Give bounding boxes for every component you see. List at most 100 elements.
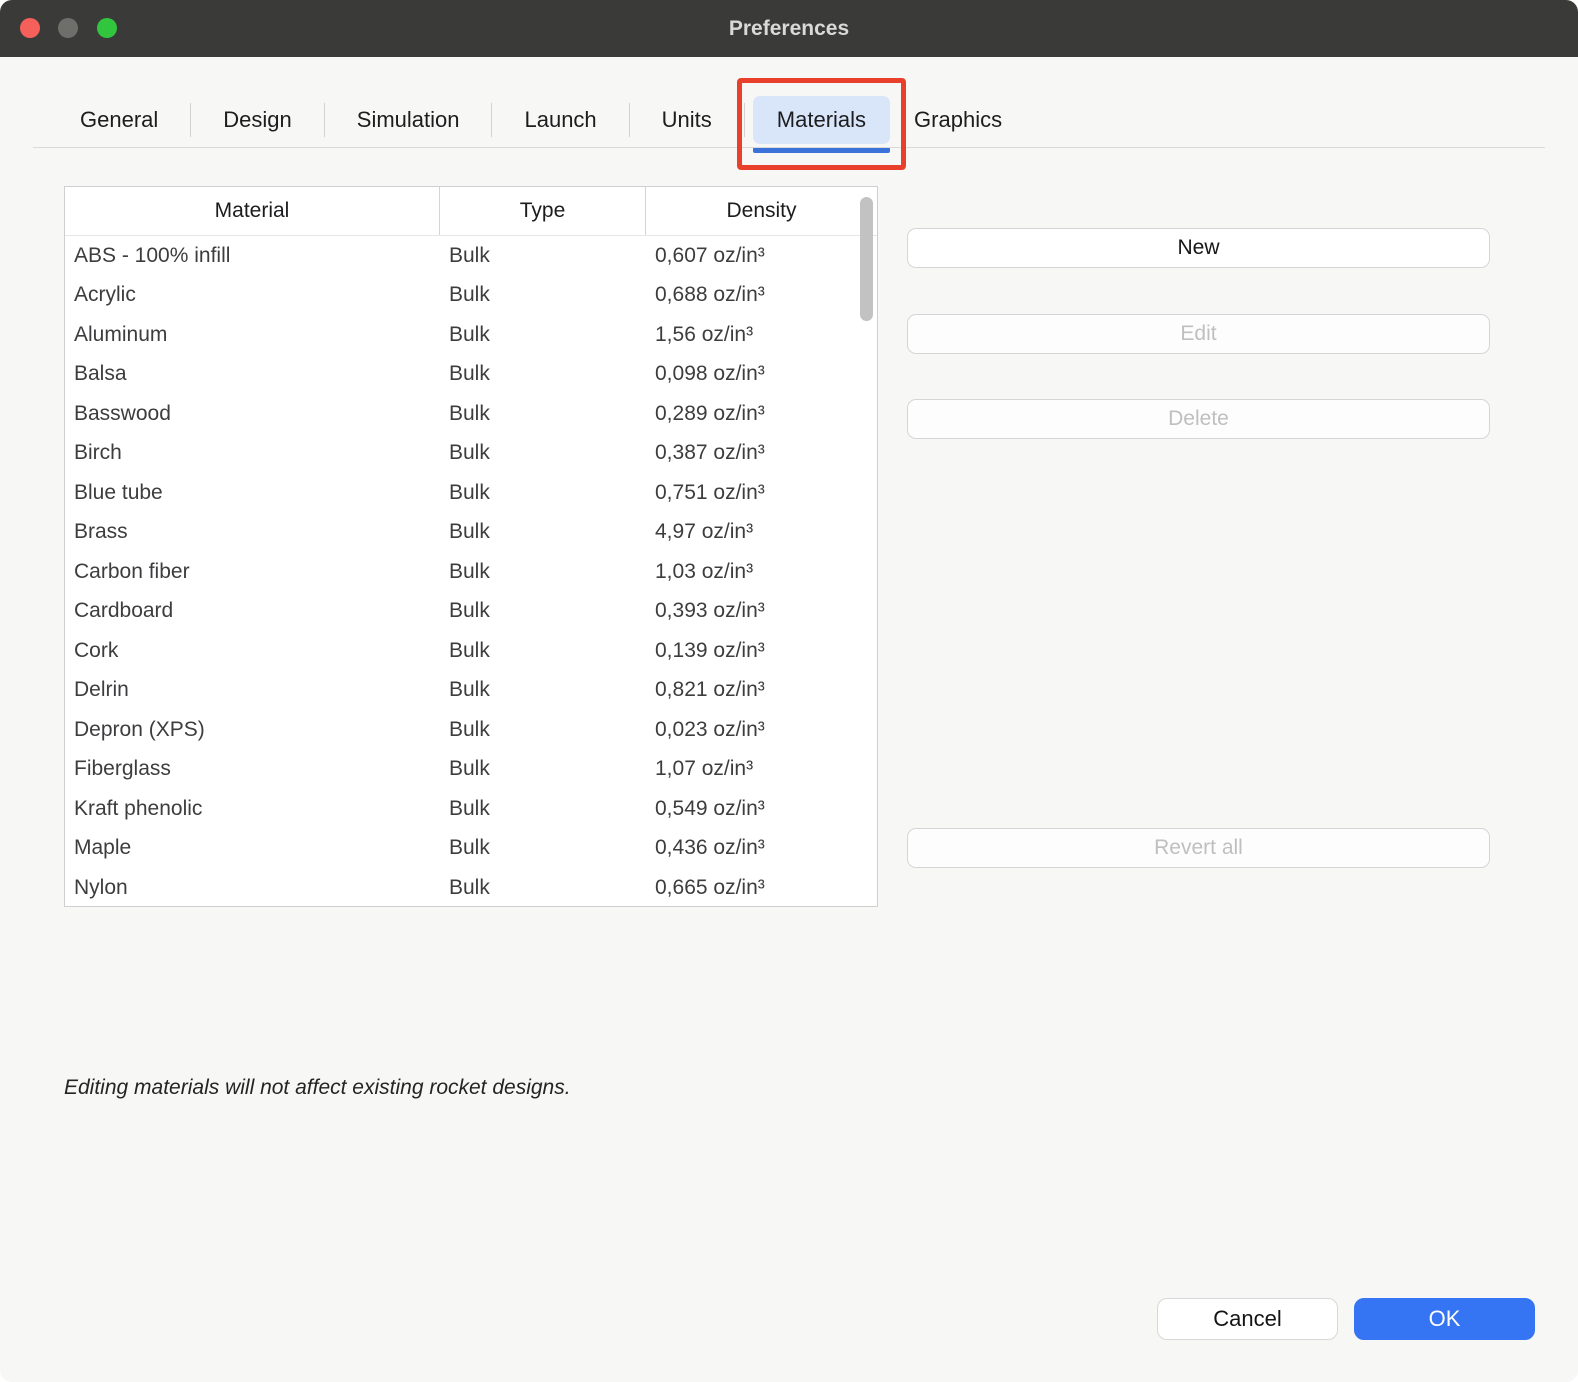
tab-divider [491,103,492,137]
table-row[interactable]: BalsaBulk0,098 oz/in³ [65,355,877,395]
title-bar: Preferences [0,0,1578,57]
tab-general[interactable]: General [56,96,182,144]
table-cell: 1,07 oz/in³ [646,757,877,781]
ok-button[interactable]: OK [1354,1298,1535,1340]
table-cell: 0,393 oz/in³ [646,599,877,623]
table-row[interactable]: CardboardBulk0,393 oz/in³ [65,592,877,632]
table-cell: Cork [65,639,440,663]
tab-materials[interactable]: Materials [753,96,890,144]
table-cell: 0,289 oz/in³ [646,402,877,426]
table-row[interactable]: MapleBulk0,436 oz/in³ [65,829,877,869]
tab-bar: General Design Simulation Launch Units M… [56,96,1026,144]
tab-launch[interactable]: Launch [500,96,620,144]
table-cell: 0,436 oz/in³ [646,836,877,860]
table-cell: Fiberglass [65,757,440,781]
table-cell: 0,098 oz/in³ [646,362,877,386]
table-cell: Bulk [440,520,646,544]
window-title: Preferences [0,0,1578,57]
table-cell: Maple [65,836,440,860]
table-cell: Bulk [440,323,646,347]
table-cell: Depron (XPS) [65,718,440,742]
table-cell: Bulk [440,757,646,781]
table-header: Material Type Density [65,187,877,236]
table-row[interactable]: AcrylicBulk0,688 oz/in³ [65,276,877,316]
column-header-type[interactable]: Type [440,187,646,235]
table-row[interactable]: Blue tubeBulk0,751 oz/in³ [65,473,877,513]
close-window-button[interactable] [20,18,40,38]
table-cell: ABS - 100% infill [65,244,440,268]
table-cell: Acrylic [65,283,440,307]
table-row[interactable]: BrassBulk4,97 oz/in³ [65,513,877,553]
table-row[interactable]: CorkBulk0,139 oz/in³ [65,631,877,671]
table-cell: 0,023 oz/in³ [646,718,877,742]
table-cell: Aluminum [65,323,440,347]
table-cell: Bulk [440,599,646,623]
table-row[interactable]: FiberglassBulk1,07 oz/in³ [65,750,877,790]
table-cell: Balsa [65,362,440,386]
table-cell: Bulk [440,560,646,584]
tab-simulation[interactable]: Simulation [333,96,484,144]
table-cell: 0,821 oz/in³ [646,678,877,702]
table-cell: Bulk [440,481,646,505]
tab-graphics[interactable]: Graphics [890,96,1026,144]
edit-button[interactable]: Edit [907,314,1490,354]
table-cell: Blue tube [65,481,440,505]
table-row[interactable]: BirchBulk0,387 oz/in³ [65,434,877,474]
preferences-window: Preferences General Design Simulation La… [0,0,1578,1382]
table-cell: Bulk [440,678,646,702]
column-header-material[interactable]: Material [65,187,440,235]
revert-all-button[interactable]: Revert all [907,828,1490,868]
table-cell: Bulk [440,283,646,307]
table-cell: Bulk [440,876,646,900]
cancel-button[interactable]: Cancel [1157,1298,1338,1340]
table-cell: Bulk [440,362,646,386]
table-cell: Bulk [440,797,646,821]
delete-button[interactable]: Delete [907,399,1490,439]
table-cell: Bulk [440,639,646,663]
table-cell: Bulk [440,402,646,426]
table-cell: 0,607 oz/in³ [646,244,877,268]
table-row[interactable]: ABS - 100% infillBulk0,607 oz/in³ [65,236,877,276]
table-row[interactable]: DelrinBulk0,821 oz/in³ [65,671,877,711]
table-cell: Delrin [65,678,440,702]
table-cell: Kraft phenolic [65,797,440,821]
tab-bar-separator [33,147,1545,148]
table-row[interactable]: NylonBulk0,665 oz/in³ [65,868,877,907]
table-cell: 1,03 oz/in³ [646,560,877,584]
table-cell: 0,387 oz/in³ [646,441,877,465]
table-cell: Carbon fiber [65,560,440,584]
vertical-scrollbar-thumb[interactable] [860,197,873,321]
table-cell: Bulk [440,718,646,742]
tab-divider [324,103,325,137]
table-cell: 4,97 oz/in³ [646,520,877,544]
table-cell: 0,688 oz/in³ [646,283,877,307]
zoom-window-button[interactable] [97,18,117,38]
table-row[interactable]: Carbon fiberBulk1,03 oz/in³ [65,552,877,592]
table-cell: Nylon [65,876,440,900]
table-cell: 0,139 oz/in³ [646,639,877,663]
tab-units[interactable]: Units [638,96,736,144]
table-row[interactable]: Kraft phenolicBulk0,549 oz/in³ [65,789,877,829]
table-row[interactable]: Depron (XPS)Bulk0,023 oz/in³ [65,710,877,750]
table-cell: Bulk [440,441,646,465]
materials-table-body: ABS - 100% infillBulk0,607 oz/in³Acrylic… [65,236,877,907]
table-cell: Birch [65,441,440,465]
table-cell: Basswood [65,402,440,426]
new-button[interactable]: New [907,228,1490,268]
table-row[interactable]: BasswoodBulk0,289 oz/in³ [65,394,877,434]
table-cell: Brass [65,520,440,544]
column-header-density[interactable]: Density [646,187,877,235]
table-cell: Bulk [440,836,646,860]
table-cell: 0,549 oz/in³ [646,797,877,821]
table-cell: Bulk [440,244,646,268]
materials-table: Material Type Density ABS - 100% infillB… [64,186,878,907]
tab-divider [744,103,745,137]
table-cell: 1,56 oz/in³ [646,323,877,347]
table-cell: 0,665 oz/in³ [646,876,877,900]
tab-design[interactable]: Design [199,96,315,144]
table-cell: Cardboard [65,599,440,623]
minimize-window-button[interactable] [58,18,78,38]
table-cell: 0,751 oz/in³ [646,481,877,505]
table-row[interactable]: AluminumBulk1,56 oz/in³ [65,315,877,355]
tab-divider [629,103,630,137]
